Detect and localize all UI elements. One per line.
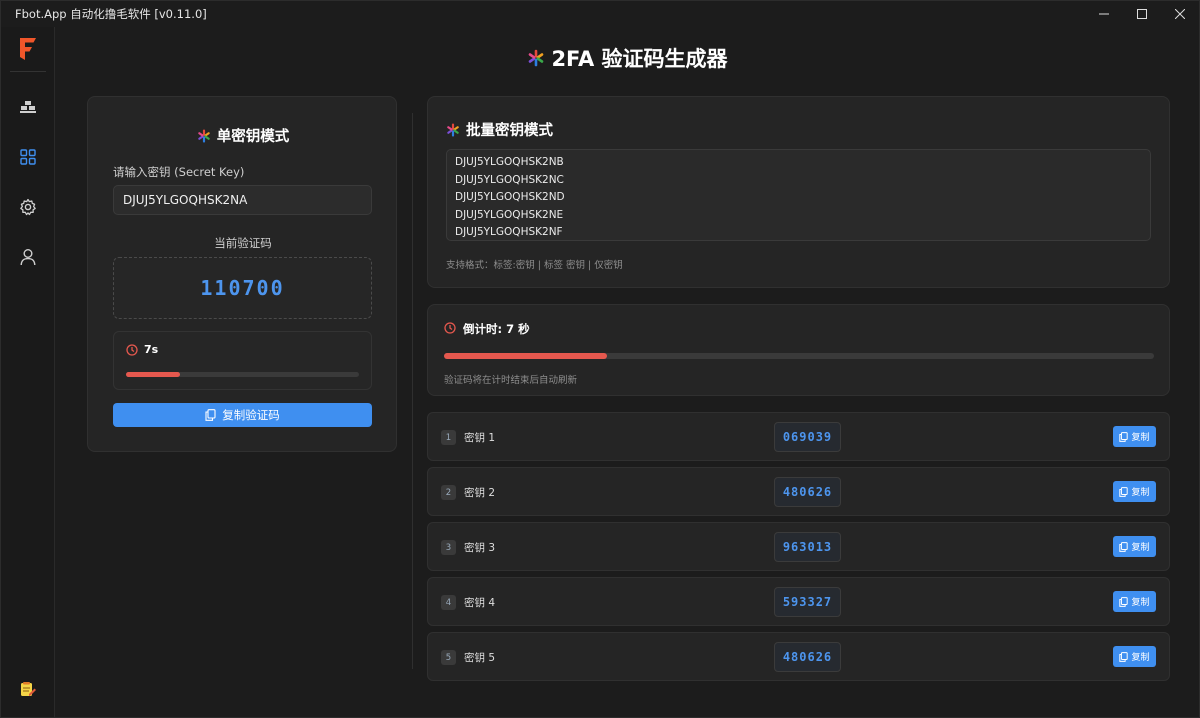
batch-key-line: DJUJ5YLGOQHSK2NE <box>455 208 564 221</box>
copy-icon <box>1119 486 1129 497</box>
sidebar-item-grid[interactable] <box>14 143 42 171</box>
result-row: 2 密钥 2 480626 复制 <box>427 467 1170 516</box>
row-otp-code: 963013 <box>774 532 841 562</box>
copy-code-label: 复制验证码 <box>222 408 280 422</box>
copy-code-button[interactable]: 复制验证码 <box>113 403 372 427</box>
secret-key-input[interactable]: DJUJ5YLGOQHSK2NA <box>113 185 372 215</box>
batch-key-line: DJUJ5YLGOQHSK2NB <box>455 156 564 168</box>
current-code-label: 当前验证码 <box>214 236 272 250</box>
single-key-title: 单密钥模式 <box>216 129 290 145</box>
result-row: 1 密钥 1 069039 复制 <box>427 412 1170 461</box>
batch-progress-fill <box>444 353 608 359</box>
single-progress-track <box>126 372 359 377</box>
row-copy-label: 复制 <box>1131 433 1150 443</box>
batch-key-card: 批量密钥模式 DJUJ5YLGOQHSK2NB DJUJ5YLGOQHSK2NC… <box>427 96 1170 288</box>
sparkle-icon <box>197 128 210 143</box>
single-timer-text: 7s <box>144 343 159 356</box>
app-window: Fbot.App 自动化撸毛软件 [v0.11.0] 2FA 验证码生成器 单密… <box>0 0 1200 718</box>
row-index-badge: 5 <box>441 650 456 665</box>
row-index-badge: 3 <box>441 540 456 555</box>
window-title: Fbot.App 自动化撸毛软件 [v0.11.0] <box>15 7 207 21</box>
sidebar-divider <box>10 71 46 72</box>
clock-icon <box>444 322 456 334</box>
batch-keys-textarea[interactable]: DJUJ5YLGOQHSK2NB DJUJ5YLGOQHSK2NC DJUJ5Y… <box>446 149 1151 241</box>
sidebar-item-settings[interactable] <box>14 193 42 221</box>
single-key-card: 单密钥模式 请输入密钥 (Secret Key) DJUJ5YLGOQHSK2N… <box>87 96 397 452</box>
countdown-card: 倒计时: 7 秒 验证码将在计时结束后自动刷新 <box>427 304 1170 396</box>
stack-icon <box>20 101 36 113</box>
row-index-badge: 4 <box>441 595 456 610</box>
row-copy-button[interactable]: 复制 <box>1113 591 1156 612</box>
row-key-name: 密钥 5 <box>464 652 496 664</box>
row-copy-label: 复制 <box>1131 653 1150 663</box>
sidebar-item-notes[interactable] <box>14 675 42 703</box>
batch-progress-track <box>444 353 1154 359</box>
fbot-logo-icon <box>20 38 36 60</box>
page-title: 2FA 验证码生成器 <box>56 43 1199 73</box>
row-copy-button[interactable]: 复制 <box>1113 536 1156 557</box>
row-copy-label: 复制 <box>1131 598 1150 608</box>
sidebar-item-stack[interactable] <box>14 93 42 121</box>
countdown-hint: 验证码将在计时结束后自动刷新 <box>444 375 578 386</box>
batch-key-line: DJUJ5YLGOQHSK2NF <box>455 226 563 238</box>
batch-key-line: DJUJ5YLGOQHSK2NC <box>455 173 564 186</box>
result-row: 5 密钥 5 480626 复制 <box>427 632 1170 681</box>
sidebar-item-user[interactable] <box>14 243 42 271</box>
copy-icon <box>1119 651 1129 662</box>
copy-icon <box>1119 431 1129 442</box>
batch-key-line: DJUJ5YLGOQHSK2ND <box>455 191 565 203</box>
result-row: 4 密钥 4 593327 复制 <box>427 577 1170 626</box>
single-progress-fill <box>126 372 180 377</box>
row-otp-code: 480626 <box>774 477 841 507</box>
close-icon <box>1175 9 1185 19</box>
result-row: 3 密钥 3 963013 复制 <box>427 522 1170 571</box>
row-otp-code: 480626 <box>774 642 841 672</box>
close-button[interactable] <box>1161 1 1199 27</box>
batch-key-header: 批量密钥模式 <box>446 119 553 140</box>
row-key-name: 密钥 1 <box>464 432 496 444</box>
row-copy-button[interactable]: 复制 <box>1113 481 1156 502</box>
row-copy-label: 复制 <box>1131 543 1150 553</box>
row-copy-label: 复制 <box>1131 488 1150 498</box>
panel-divider <box>412 113 413 669</box>
copy-icon <box>1119 541 1129 552</box>
maximize-icon <box>1137 9 1147 19</box>
row-key-name: 密钥 2 <box>464 487 496 499</box>
grid-icon <box>20 149 36 165</box>
titlebar: Fbot.App 自动化撸毛软件 [v0.11.0] <box>1 1 1199 27</box>
row-copy-button[interactable]: 复制 <box>1113 426 1156 447</box>
maximize-button[interactable] <box>1123 1 1161 27</box>
minimize-button[interactable] <box>1085 1 1123 27</box>
main-content: 2FA 验证码生成器 单密钥模式 请输入密钥 (Secret Key) DJUJ… <box>56 27 1199 717</box>
window-controls <box>1085 1 1199 27</box>
format-hint: 支持格式：标签:密钥 | 标签 密钥 | 仅密钥 <box>446 260 623 271</box>
sparkle-icon <box>529 49 544 67</box>
minimize-icon <box>1099 13 1109 15</box>
batch-key-title: 批量密钥模式 <box>466 123 553 139</box>
row-otp-code: 593327 <box>774 587 841 617</box>
row-index-badge: 1 <box>441 430 456 445</box>
row-index-badge: 2 <box>441 485 456 500</box>
current-code-display: 110700 <box>113 257 372 319</box>
secret-key-label: 请输入密钥 (Secret Key) <box>113 165 245 179</box>
row-key-name: 密钥 3 <box>464 542 496 554</box>
countdown-label: 倒计时: 7 秒 <box>463 322 530 336</box>
copy-icon <box>205 409 216 421</box>
single-timer-panel: 7s <box>113 331 372 390</box>
sparkle-icon <box>447 122 459 137</box>
notepad-icon <box>21 682 36 696</box>
single-key-header: 单密钥模式 <box>88 125 398 146</box>
sidebar <box>1 27 55 717</box>
copy-icon <box>1119 596 1129 607</box>
user-icon <box>20 249 36 266</box>
row-otp-code: 069039 <box>774 422 841 452</box>
row-copy-button[interactable]: 复制 <box>1113 646 1156 667</box>
page-title-text: 2FA 验证码生成器 <box>551 47 728 71</box>
gear-icon <box>20 198 36 216</box>
row-key-name: 密钥 4 <box>464 597 496 609</box>
clock-icon <box>126 344 138 356</box>
